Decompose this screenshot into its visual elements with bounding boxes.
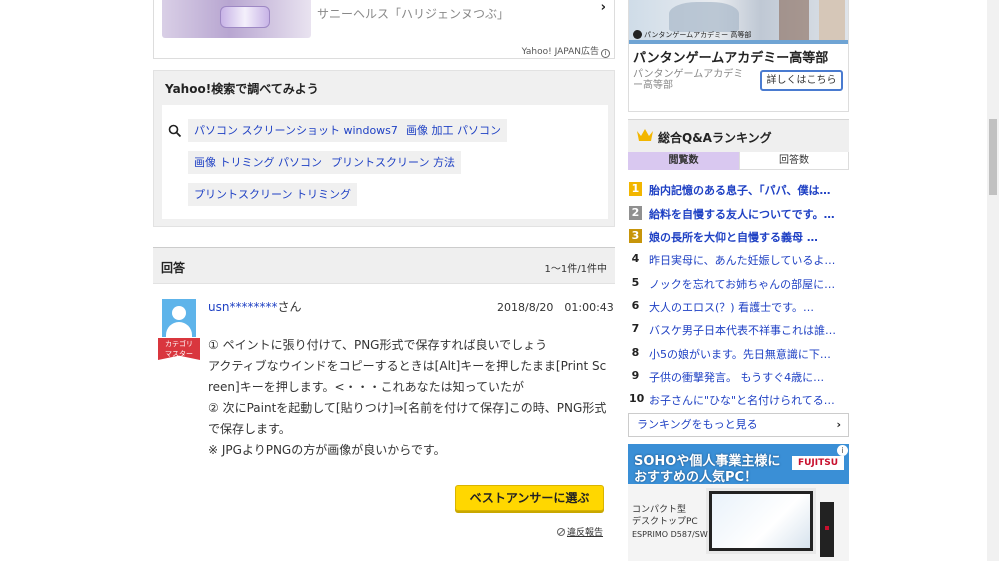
ad-headline-2: おすすめの人気PC！ — [634, 470, 758, 485]
ranking-item[interactable]: 7 バスケ男子日本代表不祥事これは誰… — [628, 320, 849, 338]
ranking-title: 総合Q&Aランキング — [658, 131, 772, 145]
search-chip[interactable]: パソコン スクリーンショット windows7 — [188, 119, 404, 142]
search-chip[interactable]: 画像 トリミング パソコン — [188, 151, 328, 174]
ranking-header: 総合Q&Aランキング — [628, 119, 849, 152]
category-master-badge: カテゴリ マスター — [158, 338, 200, 360]
best-answer-button[interactable]: ベストアンサーに選ぶ — [455, 485, 604, 511]
answers-title: 回答 — [161, 261, 186, 275]
info-icon[interactable]: i — [601, 49, 610, 58]
search-chip[interactable]: 画像 加工 パソコン — [400, 119, 507, 142]
ad-product-image[interactable] — [162, 0, 311, 38]
answers-count: 1〜1件/1件中 — [544, 264, 607, 275]
rank-number: 4 — [631, 252, 640, 265]
rank-number: 7 — [631, 322, 640, 335]
ad-text[interactable]: サニーヘルス「ハリジェンヌつぶ」 — [317, 5, 509, 22]
answerer-name[interactable]: usn********さん — [208, 298, 301, 315]
ranking-item[interactable]: 4 昨日実母に、あんた妊娠しているよ… — [628, 250, 849, 268]
ranking-more-link[interactable]: ランキングをもっと見る › — [628, 413, 849, 437]
brand-logo-icon — [633, 30, 642, 39]
ad-product-model: ESPRIMO D587/SW — [632, 530, 708, 539]
tab-views[interactable]: 閲覧数 — [628, 152, 739, 170]
search-suggest-list: パソコン スクリーンショット windows7 画像 加工 パソコン 画像 トリ… — [162, 105, 608, 219]
pc-tower-image — [820, 502, 834, 557]
crown-icon — [637, 129, 653, 141]
chevron-right-icon: › — [836, 418, 841, 431]
scrollbar-thumb[interactable] — [989, 119, 997, 195]
ranking-item-link[interactable]: 昨日実母に、あんた妊娠しているよ… — [649, 252, 835, 268]
ranking-item-link[interactable]: 娘の長所を大仰と自慢する義母 … — [649, 229, 818, 245]
tab-answers[interactable]: 回答数 — [739, 152, 849, 170]
answer-body: ① ペイントに張り付けて、PNG形式で保存すれば良いでしょう アクティブなウイン… — [208, 335, 608, 461]
fujitsu-logo: FUJITSU — [792, 456, 844, 470]
rank-number: 2 — [629, 206, 642, 220]
ad-label: Yahoo! JAPAN広告 i — [522, 44, 610, 58]
ranking-item-link[interactable]: お子さんに"ひな"と名付けられてる… — [649, 392, 835, 408]
rank-number: 3 — [629, 229, 642, 243]
answer-line: で保存します。 — [208, 422, 291, 436]
report-link[interactable]: 違反報告 — [557, 525, 603, 538]
ranking-item-link[interactable]: 小5の娘がいます。先日無意識に下… — [649, 346, 831, 362]
ranking-item[interactable]: 6 大人のエロス(？) 看護士です。… — [628, 297, 849, 315]
ranking-item-link[interactable]: バスケ男子日本代表不祥事これは誰… — [649, 322, 836, 338]
right-ad[interactable]: パンタンゲームアカデミー 高等部 パンタンゲームアカデミー高等部 パンタンゲーム… — [628, 0, 849, 112]
page-scrollbar[interactable] — [987, 0, 999, 561]
search-icon — [168, 124, 182, 138]
ranking-item[interactable]: 2 給料を自慢する友人についてです。… — [628, 204, 849, 222]
rank-number: 5 — [631, 276, 640, 289]
ranking-item[interactable]: 3 娘の長所を大仰と自慢する義母 … — [628, 227, 849, 245]
ranking-item[interactable]: 9 子供の衝撃発言。 もうすぐ4歳に… — [628, 367, 849, 385]
search-chip[interactable]: プリントスクリーン トリミング — [188, 183, 357, 206]
search-chip[interactable]: プリントスクリーン 方法 — [325, 151, 461, 174]
answer-line: ① ペイントに張り付けて、PNG形式で保存すれば良いでしょう — [208, 338, 548, 352]
monitor-image — [706, 488, 816, 554]
ranking-item-link[interactable]: 給料を自慢する友人についてです。… — [649, 206, 835, 222]
ranking-item[interactable]: 8 小5の娘がいます。先日無意識に下… — [628, 344, 849, 362]
search-suggest-heading: Yahoo!検索で調べてみよう — [165, 82, 319, 96]
avatar[interactable] — [162, 299, 196, 337]
ranking-item-link[interactable]: 胎内記憶のある息子、「パパ、僕は… — [649, 182, 831, 198]
ranking-item[interactable]: 5 ノックを忘れてお姉ちゃんの部屋に… — [628, 274, 849, 292]
answers-header: 回答 1〜1件/1件中 — [153, 247, 615, 284]
ad-product-desc: コンパクト型 デスクトップPC — [632, 505, 698, 527]
ranking-item-link[interactable]: 子供の衝撃発言。 もうすぐ4歳に… — [649, 369, 824, 385]
search-suggest-box: Yahoo!検索で調べてみよう パソコン スクリーンショット windows7 … — [153, 70, 615, 227]
ranking-item-link[interactable]: ノックを忘れてお姉ちゃんの部屋に… — [649, 276, 835, 292]
rank-number: 10 — [629, 392, 645, 405]
answer-line: ② 次にPaintを起動して[貼りつけ]⇒[名前を付けて保存]この時、PNG形式 — [208, 401, 607, 415]
rank-number: 1 — [629, 182, 642, 196]
prohibited-icon — [557, 528, 565, 536]
ad-title[interactable]: パンタンゲームアカデミー高等部 — [633, 47, 828, 66]
info-icon[interactable]: i — [837, 445, 848, 456]
rank-number: 8 — [631, 346, 640, 359]
ad-subtitle: パンタンゲームアカデミー高等部 — [633, 69, 744, 91]
rank-number: 6 — [631, 299, 640, 312]
answer-line: ※ JPGよりPNGの方が画像が良いからです。 — [208, 443, 446, 457]
username-link[interactable]: usn******** — [208, 300, 277, 314]
ranking-item[interactable]: 1 胎内記憶のある息子、「パパ、僕は… — [628, 180, 849, 198]
chevron-right-icon[interactable]: › — [601, 0, 606, 15]
honorific: さん — [277, 300, 302, 314]
ranking-item-link[interactable]: 大人のエロス(？) 看護士です。… — [649, 299, 814, 315]
fujitsu-ad[interactable]: SOHOや個人事業主様に おすすめの人気PC！ FUJITSU i コンパクト型… — [628, 444, 849, 561]
rank-number: 9 — [631, 369, 640, 382]
top-ad[interactable]: サニーヘルス「ハリジェンヌつぶ」 › Yahoo! JAPAN広告 i — [153, 0, 615, 59]
ranking-item[interactable]: 10 お子さんに"ひな"と名付けられてる… — [628, 390, 849, 408]
ad-brand-small: パンタンゲームアカデミー 高等部 — [633, 30, 751, 40]
answer-line: アクティブなウインドをコピーするときは[Alt]キーを押したまま[Print S… — [208, 359, 607, 373]
answer-date: 2018/8/20 01:00:43 — [497, 301, 614, 314]
answer-line: reen]キーを押します。<・・・これあなたは知っていたが — [208, 380, 524, 394]
ad-details-button[interactable]: 詳しくはこちら — [760, 70, 843, 91]
